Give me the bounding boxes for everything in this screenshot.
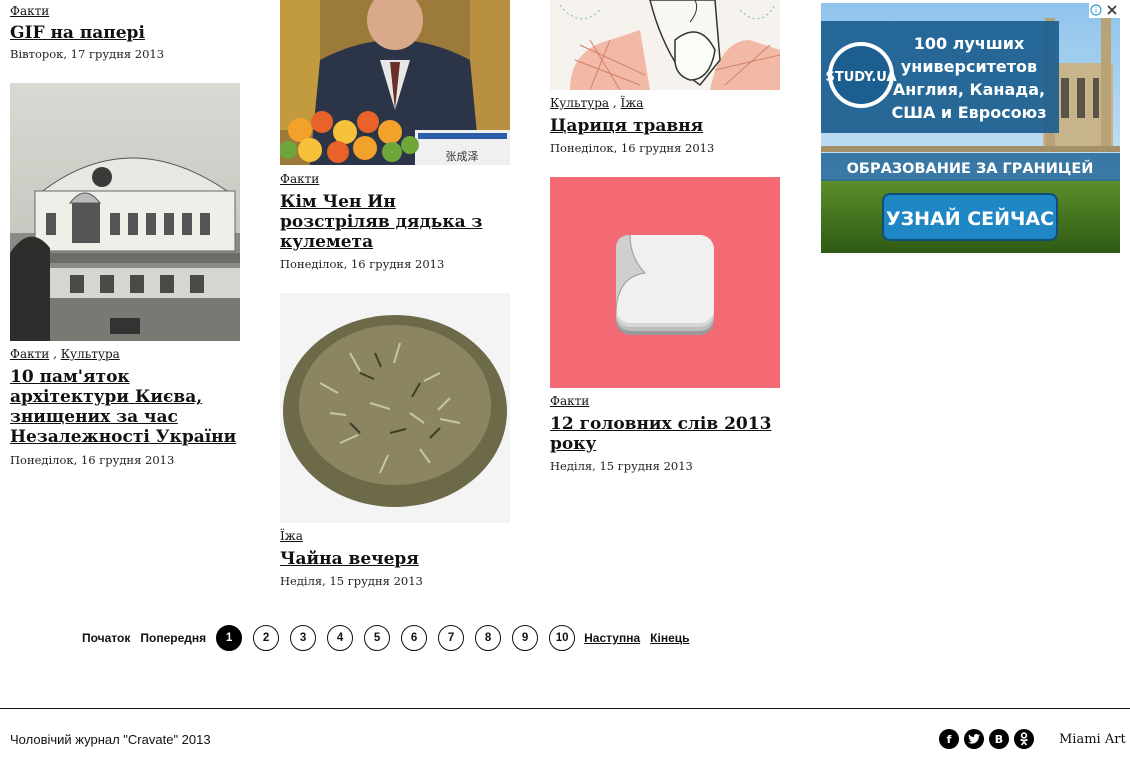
pager-page-6[interactable]: 6 — [401, 625, 428, 651]
article-column-3: Культура , Їжа Цариця травня Понеділок, … — [550, 0, 780, 473]
nameplate-caption: 张成泽 — [446, 150, 479, 163]
article-title-link[interactable]: GIF на папері — [10, 23, 145, 43]
tag-link[interactable]: Факти — [280, 172, 319, 186]
article-date: Понеділок, 16 грудня 2013 — [550, 141, 715, 155]
article-image[interactable] — [280, 293, 510, 523]
article-image[interactable]: 张成泽 — [280, 0, 510, 165]
article-image[interactable] — [550, 177, 780, 388]
article-date: Неділя, 15 грудня 2013 — [550, 459, 693, 473]
article-title-link[interactable]: Цариця травня — [550, 116, 703, 136]
article-date: Понеділок, 16 грудня 2013 — [10, 453, 175, 467]
pager-page-5[interactable]: 5 — [364, 625, 391, 651]
tag-link[interactable]: Їжа — [621, 96, 644, 110]
article-image[interactable] — [10, 83, 240, 341]
article-title-link[interactable]: Чайна вечеря — [280, 549, 419, 569]
article-tags: Факти — [280, 172, 510, 186]
ad-line: университетов — [901, 57, 1037, 76]
pager-page-4[interactable]: 4 — [327, 625, 354, 651]
article-tags: Факти — [10, 4, 240, 18]
article-image[interactable] — [550, 0, 780, 90]
tag-link[interactable]: Культура — [61, 347, 120, 361]
footer-copyright: Чоловічий журнал "Cravate" 2013 — [10, 732, 211, 747]
article-date: Вівторок, 17 грудня 2013 — [10, 47, 165, 61]
pager-page-10[interactable]: 10 — [549, 625, 576, 651]
pager-page-9[interactable]: 9 — [512, 625, 539, 651]
tag-link[interactable]: Їжа — [280, 529, 303, 543]
advertisement-banner[interactable]: STUDY.UA 100 лучших университетов Англия… — [821, 3, 1120, 253]
pager-page-8[interactable]: 8 — [475, 625, 502, 651]
article-title: Чайна вечеря — [280, 549, 510, 569]
pager-next-link[interactable]: Наступна — [584, 631, 640, 645]
pager-prev-link[interactable]: Попередня — [140, 631, 206, 645]
article-title-link[interactable]: 10 пам'яток архітектури Києва, знищених … — [10, 367, 236, 447]
article-title: 10 пам'яток архітектури Києва, знищених … — [10, 367, 240, 447]
article-title: GIF на папері — [10, 23, 240, 43]
pager-page-1[interactable]: 1 — [216, 625, 243, 651]
ad-line: Англия, Канада, — [893, 80, 1045, 99]
odnoklassniki-icon[interactable] — [1014, 729, 1034, 749]
social-links: f B — [939, 729, 1034, 749]
pagination: Початок Попередня 1 2 3 4 5 6 7 8 9 10 Н… — [82, 623, 700, 653]
twitter-icon[interactable] — [964, 729, 984, 749]
tag-separator: , — [612, 96, 621, 110]
article-date: Неділя, 15 грудня 2013 — [280, 574, 423, 588]
pager-page-3[interactable]: 3 — [290, 625, 317, 651]
tag-separator: , — [53, 347, 61, 361]
article-tags: Факти — [550, 394, 780, 408]
ad-info-icon[interactable] — [1089, 3, 1103, 18]
pager-page-7[interactable]: 7 — [438, 625, 465, 651]
tag-link[interactable]: Культура — [550, 96, 609, 110]
ad-brand-logo: STUDY.UA — [825, 70, 896, 85]
ad-cta-button[interactable]: УЗНАЙ СЕЙЧАС — [886, 207, 1054, 230]
article-title: Кім Чен Ин розстріляв дядька з кулемета — [280, 192, 510, 252]
pager-last-link[interactable]: Кінець — [650, 631, 689, 645]
article-tags: Культура , Їжа — [550, 96, 780, 110]
article-tags: Їжа — [280, 529, 510, 543]
article-title: 12 головних слів 2013 року — [550, 414, 780, 454]
article-column-2: 张成泽 Факти Кім Чен Ин розстріляв дядька з… — [280, 0, 510, 588]
article-column-1: Факти GIF на папері Вівторок, 17 грудня … — [10, 0, 240, 467]
ad-banner-text: ОБРАЗОВАНИЕ ЗА ГРАНИЦЕЙ — [847, 160, 1094, 177]
article-tags: Факти , Культура — [10, 347, 240, 361]
tag-link[interactable]: Факти — [10, 347, 49, 361]
footer-divider — [0, 708, 1130, 709]
ad-line: США и Евросоюз — [891, 103, 1046, 122]
article-date: Понеділок, 16 грудня 2013 — [280, 257, 445, 271]
pager-page-2[interactable]: 2 — [253, 625, 280, 651]
vkontakte-icon[interactable]: B — [989, 729, 1009, 749]
footer-credit[interactable]: Miami Art — [1059, 732, 1126, 747]
tag-link[interactable]: Факти — [10, 4, 49, 18]
article-title-link[interactable]: Кім Чен Ин розстріляв дядька з кулемета — [280, 192, 482, 252]
tag-link[interactable]: Факти — [550, 394, 589, 408]
pager-first-link[interactable]: Початок — [82, 631, 130, 645]
article-title-link[interactable]: 12 головних слів 2013 року — [550, 414, 771, 454]
ad-line: 100 лучших — [914, 34, 1025, 53]
ad-close-icon[interactable] — [1104, 3, 1120, 18]
facebook-icon[interactable]: f — [939, 729, 959, 749]
article-title: Цариця травня — [550, 116, 780, 136]
